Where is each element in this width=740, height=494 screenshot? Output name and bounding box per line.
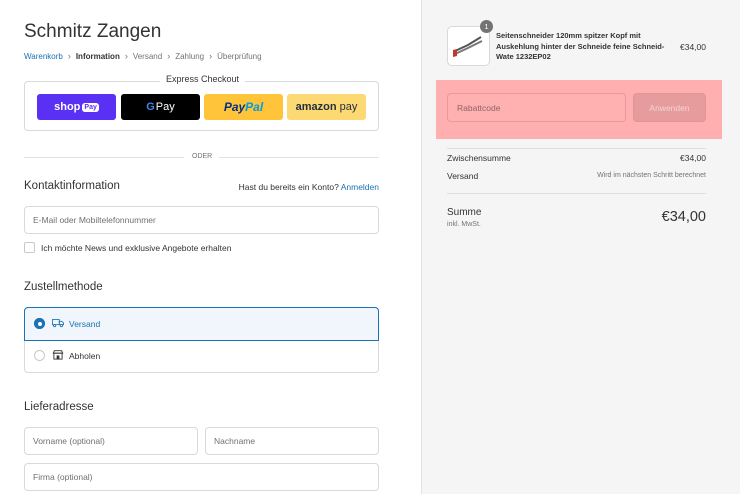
paypal-pal-text: Pal [245, 100, 264, 114]
address-heading: Lieferadresse [24, 401, 94, 413]
amazon-pay-text: pay [339, 101, 358, 113]
newsletter-checkbox[interactable] [24, 242, 35, 253]
shop-pay-wordmark: shop [54, 101, 81, 113]
breadcrumb-cart[interactable]: Warenkorb [24, 52, 63, 61]
summary-divider [447, 148, 706, 149]
shop-title: Schmitz Zangen [24, 21, 162, 42]
summary-divider [447, 193, 706, 194]
truck-icon [52, 319, 64, 328]
google-pay-label: Pay [155, 101, 175, 113]
amazon-pay-button[interactable]: amazon pay [287, 94, 366, 120]
store-icon [52, 350, 64, 360]
login-prompt-text: Hast du bereits ein Konto? [238, 182, 339, 192]
shipping-cost-value: Wird im nächsten Schritt berechnet [597, 172, 706, 179]
amazon-wordmark: amazon [295, 101, 337, 113]
breadcrumb-payment: Zahlung [175, 51, 205, 61]
express-checkout-label: Express Checkout [160, 74, 246, 84]
login-link[interactable]: Anmelden [341, 182, 379, 192]
google-pay-button[interactable]: G Pay [121, 94, 200, 120]
firstname-placeholder: Vorname (optional) [33, 436, 105, 446]
divider-line-left [24, 157, 184, 158]
chevron-right-icon: › [209, 51, 213, 61]
shop-pay-button[interactable]: shop Pay [37, 94, 116, 120]
shipping-cost-label: Versand [447, 171, 479, 181]
product-price: €34,00 [680, 42, 706, 52]
subtotal-value: €34,00 [680, 153, 706, 163]
divider-line-right [219, 157, 379, 158]
email-field[interactable]: E-Mail oder Mobiltelefonnummer [24, 206, 379, 234]
contact-heading: Kontaktinformation [24, 180, 120, 192]
total-label: Summe [447, 207, 482, 218]
product-name: Seitenschneider 120mm spitzer Kopf mit A… [496, 31, 665, 61]
delivery-heading: Zustellmethode [24, 281, 103, 293]
breadcrumb-information: Information [75, 51, 120, 61]
chevron-right-icon: › [67, 51, 71, 61]
discount-placeholder: Rabattcode [457, 102, 501, 113]
discount-code-input[interactable]: Rabattcode [447, 93, 626, 122]
chevron-right-icon: › [124, 51, 128, 61]
login-hint: Hast du bereits ein Konto? Anmelden [239, 182, 379, 192]
pickup-option-label: Abholen [69, 351, 101, 361]
newsletter-label: Ich möchte News und exklusive Angebote e… [41, 243, 232, 253]
total-tax-note: inkl. MwSt. [447, 221, 481, 228]
shop-pay-pill: Pay [82, 102, 99, 112]
lastname-placeholder: Nachname [214, 436, 256, 446]
breadcrumb-review: Überprüfung [217, 51, 262, 61]
total-value: €34,00 [661, 209, 706, 225]
divider-or-text: ODER [192, 153, 213, 160]
company-field[interactable]: Firma (optional) [24, 463, 379, 491]
breadcrumb: Warenkorb › Information › Versand › Zahl… [24, 51, 262, 61]
paypal-button[interactable]: Pay Pal [204, 94, 283, 120]
chevron-right-icon: › [167, 51, 171, 61]
breadcrumb-shipping: Versand [132, 51, 163, 61]
paypal-pay-text: Pay [223, 100, 246, 114]
pickup-radio[interactable] [34, 350, 45, 361]
lastname-field[interactable]: Nachname [205, 427, 379, 455]
shipping-option-label: Versand [69, 319, 101, 329]
apply-discount-button[interactable]: Anwenden [633, 93, 706, 122]
quantity-badge: 1 [480, 20, 493, 33]
shipping-radio[interactable] [34, 318, 45, 329]
subtotal-label: Zwischensumme [447, 153, 511, 163]
company-placeholder: Firma (optional) [33, 472, 93, 482]
email-placeholder: E-Mail oder Mobiltelefonnummer [33, 215, 156, 225]
google-g-icon: G [146, 101, 155, 113]
pliers-icon [453, 36, 483, 57]
order-summary-sidebar [421, 0, 740, 494]
firstname-field[interactable]: Vorname (optional) [24, 427, 198, 455]
